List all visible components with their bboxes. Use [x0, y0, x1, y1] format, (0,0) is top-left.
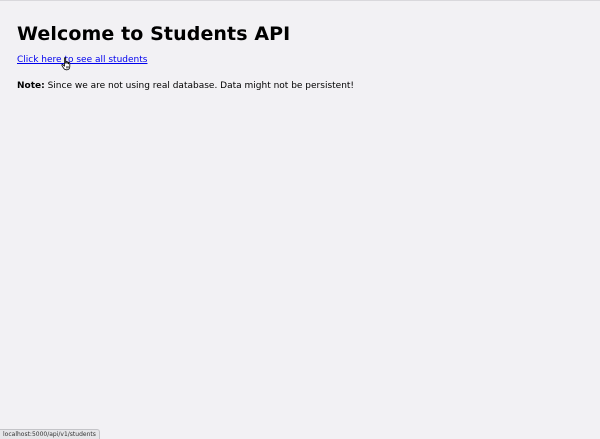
top-divider	[0, 0, 600, 1]
link-paragraph: Click here to see all students	[17, 54, 577, 67]
page-content: Welcome to Students API Click here to se…	[17, 22, 577, 93]
note-text: Since we are not using real database. Da…	[44, 81, 355, 91]
status-bar-url: localhost:5000/api/v1/students	[0, 429, 100, 439]
hand-pointer-icon	[61, 57, 71, 71]
page-title: Welcome to Students API	[17, 23, 291, 45]
note-paragraph: Note: Since we are not using real databa…	[17, 80, 577, 93]
note-label: Note:	[17, 81, 45, 91]
see-all-students-link[interactable]: Click here to see all students	[17, 55, 147, 65]
